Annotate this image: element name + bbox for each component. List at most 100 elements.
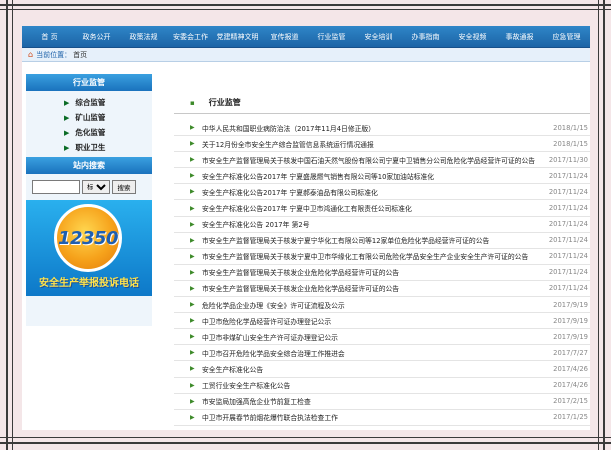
news-item: ▶ 危险化学品企业办理《安全》许可证流程及公示 2017/9/19: [174, 297, 590, 314]
nav-policy[interactable]: 政策法规: [120, 32, 167, 42]
news-item: ▶ 安全生产标准化公告2017年 宁夏中卫市鸿通化工有限责任公司标准化 2017/1…: [174, 200, 590, 217]
triangle-bullet-icon: ▶: [190, 124, 195, 132]
news-title-link[interactable]: 中卫市危险化学品经营许可证办理登记公示: [202, 316, 544, 326]
sidebar-item-comprehensive[interactable]: ▶ 综合监管: [26, 95, 152, 110]
sidebar-item-mining[interactable]: ▶ 矿山监管: [26, 110, 152, 125]
nav-accident-report[interactable]: 事故通报: [496, 32, 543, 42]
news-title-link[interactable]: 市安全生产监督管理局关于核发企业危险化学品经营许可证的公告: [202, 267, 544, 277]
news-title-link[interactable]: 安全生产标准化公告2017年 宁夏盛晟燃气销售有限公司等10家加油站标准化: [202, 171, 544, 181]
search-section-title: 站内搜索: [26, 157, 152, 174]
news-title-link[interactable]: 市安监局加强高危企业节前复工检查: [202, 396, 544, 406]
news-title-link[interactable]: 中卫市召开危险化学品安全综合治理工作推进会: [202, 348, 544, 358]
hotline-caption: 安全生产举报投诉电话: [39, 278, 139, 289]
nav-gov-affairs[interactable]: 政务公开: [73, 32, 120, 42]
news-item: ▶ 市安监局加强高危企业节前复工检查 2017/2/15: [174, 394, 590, 410]
news-title-link[interactable]: 市安全生产监督管理局关于核发宁夏中卫市华缘化工有限公司危险化学品安全生产企业安全…: [202, 251, 544, 261]
triangle-bullet-icon: ▶: [190, 284, 195, 292]
page: 首 页 政务公开 政策法规 安委会工作 党建精神文明 宣传报道 行业监管 安全培…: [22, 26, 590, 430]
search-input[interactable]: [32, 180, 80, 194]
news-item: ▶ 工贸行业安全生产标准化公告 2017/4/26: [174, 378, 590, 394]
nav-publicity[interactable]: 宣传报道: [261, 32, 308, 42]
triangle-bullet-icon: ▶: [190, 204, 195, 212]
hotline-number: 12350: [57, 228, 119, 249]
news-date: 2017/11/24: [548, 220, 588, 229]
news-title-link[interactable]: 市安全生产监督管理局关于核发宁夏宁华化工有限公司等12家单位危险化学品经营许可证…: [202, 235, 544, 245]
news-date: 2017/11/24: [548, 252, 588, 261]
news-item: ▶ 安全生产标准化公告2017年 宁夏郝泰油品有限公司标准化 2017/11/24: [174, 184, 590, 201]
nav-video[interactable]: 安全视频: [449, 32, 496, 42]
search-button[interactable]: 搜索: [112, 180, 136, 194]
news-title-link[interactable]: 安全生产标准化公告2017年 宁夏郝泰油品有限公司标准化: [202, 187, 544, 197]
section-title: 行业监管: [208, 98, 241, 107]
triangle-bullet-icon: ▶: [190, 349, 195, 357]
frame-line: [603, 0, 605, 450]
news-title-link[interactable]: 安全生产标准化公告: [202, 364, 544, 374]
news-title-link[interactable]: 工贸行业安全生产标准化公告: [202, 380, 544, 390]
nav-home[interactable]: 首 页: [26, 32, 73, 42]
news-title-link[interactable]: 中卫市开展春节前烟花爆竹联合执法检查工作: [202, 412, 544, 422]
main-nav: 首 页 政务公开 政策法规 安委会工作 党建精神文明 宣传报道 行业监管 安全培…: [22, 26, 590, 48]
frame-line: [6, 0, 8, 450]
sidebar-item-label: 危化监管: [75, 128, 106, 137]
news-title-link[interactable]: 中卫市非煤矿山安全生产许可证办理登记公示: [202, 332, 544, 342]
news-title-link[interactable]: 安全生产标准化公告 2017年 第2号: [202, 219, 544, 229]
news-date: 2017/2/15: [553, 397, 588, 406]
nav-guide[interactable]: 办事指南: [402, 32, 449, 42]
news-title-link[interactable]: 市安全生产监督管理局关于核发企业危险化学品经营许可证的公告: [202, 283, 544, 293]
breadcrumb-label: 当前位置：: [36, 50, 72, 59]
news-date: 2017/1/25: [553, 413, 588, 422]
hotline-banner[interactable]: 12350 安全生产举报投诉电话: [26, 200, 152, 296]
search-type-select[interactable]: 标题: [82, 180, 110, 194]
sidebar-filler: [26, 296, 152, 326]
news-title-link[interactable]: 中华人民共和国职业病防治法（2017年11月4日修正版）: [202, 123, 544, 133]
news-item: ▶ 市安全生产监督管理局关于核发企业危险化学品经营许可证的公告 2017/11/24: [174, 281, 590, 298]
news-item: ▶ 安全生产标准化公告 2017年 第2号 2017/11/24: [174, 217, 590, 233]
news-title-link[interactable]: 安全生产标准化公告2017年 宁夏中卫市鸿通化工有限责任公司标准化: [202, 203, 544, 213]
news-item: ▶ 中卫市非煤矿山安全生产许可证办理登记公示 2017/9/19: [174, 329, 590, 346]
triangle-bullet-icon: ▶: [190, 301, 195, 309]
sidebar-title: 行业监管: [26, 74, 152, 91]
sidebar-item-label: 矿山监管: [75, 113, 106, 122]
section-header: ▪ 行业监管: [174, 92, 590, 114]
sidebar-item-chemical[interactable]: ▶ 危化监管: [26, 125, 152, 140]
news-item: ▶ 市安全生产监督管理局关于核发宁夏中卫市华缘化工有限公司危险化学品安全生产企业安…: [174, 249, 590, 265]
triangle-bullet-icon: ▶: [190, 252, 195, 260]
frame-line: [0, 442, 611, 444]
sidebar-item-label: 综合监管: [75, 98, 106, 107]
frame-line: [598, 0, 599, 450]
news-item: ▶ 中卫市召开危险化学品安全综合治理工作推进会 2017/7/27: [174, 345, 590, 362]
news-item: ▶ 中卫市危险化学品经营许可证办理登记公示 2017/9/19: [174, 313, 590, 330]
news-date: 2017/11/24: [548, 171, 588, 180]
triangle-bullet-icon: ▶: [190, 140, 195, 148]
nav-party-building[interactable]: 党建精神文明: [214, 32, 261, 42]
triangle-bullet-icon: ▶: [190, 397, 195, 405]
news-title-link[interactable]: 危险化学品企业办理《安全》许可证流程及公示: [202, 300, 544, 310]
triangle-bullet-icon: ▶: [190, 333, 195, 341]
nav-industry-supervision[interactable]: 行业监管: [308, 32, 355, 42]
triangle-bullet-icon: ▶: [190, 236, 195, 244]
nav-safety-committee[interactable]: 安委会工作: [167, 32, 214, 42]
news-date: 2017/11/30: [548, 155, 588, 164]
frame-line: [0, 4, 611, 6]
news-title-link[interactable]: 关于12月份全市安全生产综合监管信息系统运行情况通报: [202, 139, 544, 149]
news-item: ▶ 市安全生产监督管理局关于核发宁夏宁华化工有限公司等12家单位危险化学品经营许可…: [174, 233, 590, 249]
triangle-bullet-icon: ▶: [64, 128, 70, 137]
news-date: 2018/1/15: [553, 123, 588, 132]
triangle-bullet-icon: ▶: [190, 268, 195, 276]
news-date: 2017/9/19: [553, 316, 588, 325]
news-date: 2018/1/15: [553, 139, 588, 148]
triangle-bullet-icon: ▶: [64, 98, 70, 107]
main-content: ▪ 行业监管 ▶ 中华人民共和国职业病防治法（2017年11月4日修正版） 2018…: [174, 92, 590, 430]
breadcrumb-current[interactable]: 首页: [73, 50, 87, 60]
breadcrumb: ⌂ 当前位置： 首页: [22, 48, 590, 62]
news-title-link[interactable]: 市安全生产监督管理局关于核发中国石油天然气股份有限公司宁夏中卫销售分公司危险化学…: [202, 155, 544, 165]
nav-emergency[interactable]: 应急管理: [543, 32, 590, 42]
news-date: 2017/7/27: [553, 348, 588, 357]
sidebar-item-label: 职业卫生: [75, 143, 106, 152]
nav-training[interactable]: 安全培训: [355, 32, 402, 42]
home-icon: ⌂: [28, 50, 34, 59]
news-date: 2017/11/24: [548, 268, 588, 277]
news-date: 2017/9/19: [553, 300, 588, 309]
triangle-bullet-icon: ▶: [190, 172, 195, 180]
sidebar-item-occupational-health[interactable]: ▶ 职业卫生: [26, 140, 152, 155]
